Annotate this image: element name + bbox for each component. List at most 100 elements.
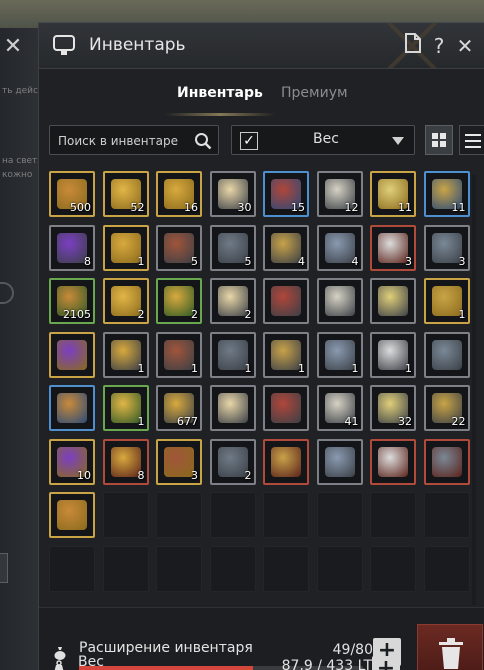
active-tab-indicator [165, 113, 275, 116]
inventory-slot[interactable]: 12 [316, 171, 363, 217]
inventory-slot[interactable] [370, 278, 416, 324]
inventory-slot[interactable]: 1 [156, 331, 202, 378]
inventory-slot[interactable]: 2 [156, 278, 202, 324]
inventory-slot[interactable]: 1 [423, 278, 470, 324]
document-icon[interactable] [401, 33, 425, 59]
sort-dropdown[interactable]: ✓ Вес [231, 125, 415, 155]
sort-checkbox[interactable]: ✓ [240, 132, 258, 150]
inventory-slot[interactable]: 1 [209, 331, 256, 378]
tab-premium[interactable]: Премиум [281, 85, 348, 101]
item-quantity: 15 [291, 201, 305, 214]
inventory-slot[interactable]: 11 [423, 171, 470, 217]
inventory-slot[interactable] [423, 438, 470, 485]
empty-slot[interactable] [423, 545, 470, 592]
expand-inventory-button[interactable]: + [373, 638, 401, 666]
inventory-slot[interactable]: 1 [102, 331, 149, 378]
search-input[interactable] [58, 132, 188, 150]
inventory-slot[interactable]: 4 [263, 224, 309, 271]
inventory-slot[interactable]: 500 [49, 171, 95, 217]
empty-slot[interactable] [209, 492, 256, 538]
gift-bags-icon [57, 393, 87, 423]
inventory-slot[interactable] [316, 438, 363, 485]
empty-slot[interactable] [263, 492, 309, 538]
empty-slot[interactable] [49, 545, 95, 592]
inventory-slot[interactable]: 5 [209, 224, 256, 271]
inventory-slot[interactable]: 32 [370, 385, 416, 431]
inventory-slot[interactable]: 1 [370, 331, 416, 378]
background-text: ть действия Диалог [2, 86, 40, 96]
inventory-slot[interactable]: 1 [263, 331, 309, 378]
inventory-slot[interactable] [263, 438, 309, 485]
inventory-slot[interactable]: 3 [370, 224, 416, 271]
item-quantity: 677 [177, 415, 198, 428]
inventory-slot[interactable]: 677 [156, 385, 202, 431]
inventory-slot[interactable]: 2105 [49, 278, 95, 324]
dark-chest-icon [217, 286, 248, 316]
inventory-slot[interactable]: 15 [263, 171, 309, 217]
inventory-slot[interactable]: 3 [156, 438, 202, 485]
inventory-slot[interactable]: 11 [370, 171, 416, 217]
scroll-icon [110, 446, 141, 477]
search-icon[interactable] [194, 132, 212, 150]
empty-slot[interactable] [370, 545, 416, 592]
inventory-window: Инвентарь ? ✕ Инвентарь Премиум ✓ Вес [38, 22, 484, 670]
empty-slot[interactable] [156, 545, 202, 592]
inventory-slot[interactable]: 8 [102, 438, 149, 485]
empty-slot[interactable] [316, 492, 363, 538]
empty-slot[interactable] [370, 492, 416, 538]
inventory-slot[interactable]: 10 [49, 438, 95, 485]
background-close-icon[interactable]: ✕ [0, 30, 26, 64]
inventory-slot[interactable]: 30 [209, 171, 256, 217]
empty-slot[interactable] [156, 492, 202, 538]
inventory-slot[interactable]: 2 [209, 278, 256, 324]
empty-slot[interactable] [263, 545, 309, 592]
inventory-slot[interactable]: 2 [102, 278, 149, 324]
inventory-slot[interactable]: 1 [102, 224, 149, 271]
inventory-slot[interactable]: 41 [316, 385, 363, 431]
trash-button[interactable] [417, 624, 483, 670]
inventory-slot[interactable]: 16 [156, 171, 202, 217]
trash-icon [439, 638, 463, 669]
inventory-grid: 500 52 16 30 15 12 11 11 8 1 5 5 4 4 3 3 2105 2 2 2 1 1 1 1 1 1 1 1… [39, 167, 484, 607]
inventory-slot[interactable] [423, 331, 470, 378]
money-bag-icon [54, 647, 66, 660]
inventory-slot[interactable]: 2 [209, 438, 256, 485]
empty-slot[interactable] [423, 492, 470, 538]
chest-icon [217, 339, 248, 370]
inventory-slot[interactable]: 1 [102, 385, 149, 431]
empty-slot[interactable] [102, 492, 149, 538]
scrollbar[interactable] [472, 175, 476, 605]
inventory-slot[interactable] [209, 385, 256, 431]
inventory-slot[interactable]: 5 [156, 224, 202, 271]
inventory-slot[interactable] [49, 492, 95, 538]
background-chip [0, 553, 8, 583]
inventory-slot[interactable]: 8 [49, 224, 95, 271]
inventory-slot[interactable]: 52 [102, 171, 149, 217]
item-quantity: 32 [398, 415, 412, 428]
close-icon[interactable]: ✕ [453, 33, 477, 59]
golden-orb-icon [271, 232, 301, 263]
empty-slot[interactable] [102, 545, 149, 592]
purple-scroll-icon [57, 500, 87, 530]
silver-chest-icon [324, 232, 355, 263]
item-quantity: 22 [451, 415, 466, 428]
inventory-slot[interactable]: 3 [423, 224, 470, 271]
chest-icon [431, 232, 462, 263]
inventory-slot[interactable]: 1 [316, 331, 363, 378]
inventory-slot[interactable] [263, 278, 309, 324]
inventory-slot[interactable] [370, 438, 416, 485]
inventory-slot[interactable] [316, 278, 363, 324]
grid-view-button[interactable] [425, 125, 453, 155]
list-view-button[interactable] [459, 125, 484, 155]
inventory-slot[interactable]: 4 [316, 224, 363, 271]
title-bar[interactable]: Инвентарь ? ✕ [39, 23, 484, 69]
empty-slot[interactable] [209, 545, 256, 592]
inventory-slot[interactable]: 22 [423, 385, 470, 431]
inventory-slot[interactable] [49, 331, 95, 378]
inventory-slot[interactable] [263, 385, 309, 431]
inventory-slot[interactable] [49, 385, 95, 431]
tab-inventory[interactable]: Инвентарь [177, 85, 263, 101]
help-icon[interactable]: ? [427, 33, 451, 59]
background-text: кожно [2, 170, 33, 180]
empty-slot[interactable] [316, 545, 363, 592]
